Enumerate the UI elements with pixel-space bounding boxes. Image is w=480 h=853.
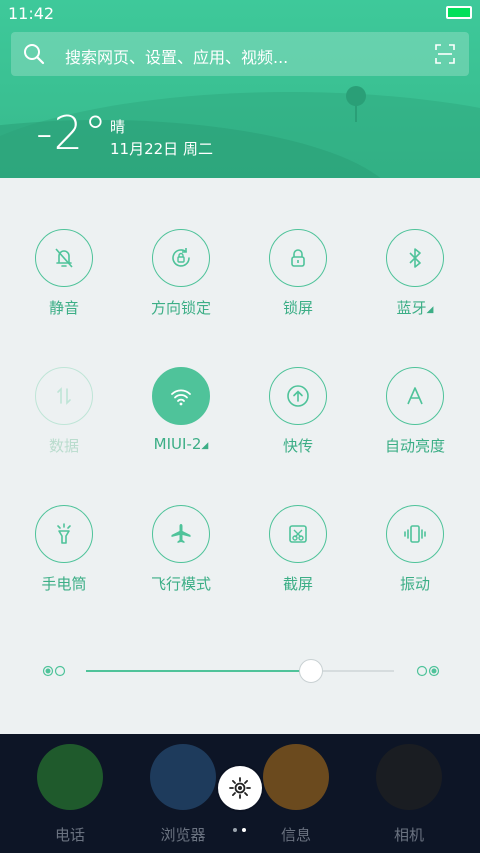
battery-icon	[446, 6, 472, 19]
brightness-low-icon	[42, 665, 66, 677]
camera-icon[interactable]	[376, 744, 442, 810]
toggle-ring[interactable]	[152, 367, 210, 425]
toggle-ring[interactable]	[386, 229, 444, 287]
toggle-ring[interactable]	[269, 505, 327, 563]
dropdown-indicator-icon[interactable]: ◢	[201, 441, 208, 451]
toggle-label: 手电筒	[41, 575, 87, 593]
toggle-label: 静音	[48, 299, 79, 317]
dropdown-indicator-icon[interactable]: ◢	[427, 305, 434, 315]
scan-icon[interactable]	[435, 44, 455, 64]
sun-icon	[229, 777, 251, 799]
dock-app-phone[interactable]: 电话	[30, 744, 110, 845]
app-label: 电话	[54, 826, 85, 844]
toggle-ring[interactable]	[152, 229, 210, 287]
toggle-bluetooth[interactable]: 蓝牙◢	[365, 229, 465, 318]
status-bar: 11:42	[0, 0, 480, 28]
rotation-lock-icon	[172, 248, 190, 267]
app-label: 相机	[393, 826, 424, 844]
weather-condition: 晴	[110, 118, 126, 136]
toggle-label: 振动	[399, 575, 430, 593]
toggle-quick-transfer[interactable]: 快传	[248, 367, 348, 456]
toggle-flashlight[interactable]: 手电筒	[14, 505, 114, 594]
toggle-ring[interactable]	[152, 505, 210, 563]
search-input[interactable]: 搜索网页、设置、应用、视频...	[65, 44, 288, 68]
flashlight-icon	[57, 523, 71, 544]
toggle-airplane-mode[interactable]: 飞行模式	[131, 505, 231, 594]
bluetooth-icon	[409, 248, 421, 268]
toggle-label: 快传	[282, 437, 313, 455]
bell-off-icon	[55, 248, 73, 268]
vibrate-icon	[404, 525, 426, 543]
date-label: 11月22日 周二	[110, 140, 213, 158]
toggle-ring[interactable]	[269, 367, 327, 425]
toggle-ring[interactable]	[386, 505, 444, 563]
toggle-ring[interactable]	[269, 229, 327, 287]
toggle-label: 自动亮度	[384, 437, 445, 455]
lock-icon	[291, 249, 305, 267]
brightness-high-icon	[416, 665, 440, 677]
page-indicator	[233, 828, 246, 832]
brightness-slider[interactable]	[42, 659, 440, 683]
tree-decoration	[346, 86, 366, 122]
slider-thumb[interactable]	[298, 659, 323, 683]
toggle-label: 锁屏	[282, 299, 313, 317]
brightness-button[interactable]	[218, 766, 262, 810]
slider-track[interactable]	[86, 659, 394, 683]
browser-icon[interactable]	[150, 744, 216, 810]
dock-app-camera[interactable]: 相机	[369, 744, 449, 845]
auto-brightness-icon	[407, 387, 423, 405]
toggle-label: 数据	[48, 437, 79, 455]
airplane-icon	[171, 524, 191, 543]
toggle-mobile-data[interactable]: 数据	[14, 367, 114, 456]
toggle-lock-screen[interactable]: 锁屏	[248, 229, 348, 318]
toggle-label: 飞行模式	[150, 575, 211, 593]
message-icon[interactable]	[263, 744, 329, 810]
toggle-label: 蓝牙◢	[396, 299, 434, 317]
toggle-ring[interactable]	[35, 505, 93, 563]
slider-fill	[86, 670, 311, 672]
toggle-silent[interactable]: 静音	[14, 229, 114, 318]
toggle-auto-brightness[interactable]: 自动亮度	[365, 367, 465, 456]
dock-app-browser[interactable]: 浏览器	[143, 744, 223, 845]
mobile-data-icon	[57, 387, 71, 405]
toggle-screenshot[interactable]: 截屏	[248, 505, 348, 594]
toggle-wifi[interactable]: MIUI-2◢	[131, 367, 231, 453]
upload-icon	[287, 385, 309, 407]
dock-app-messages[interactable]: 信息	[256, 744, 336, 845]
toggle-ring[interactable]	[35, 367, 93, 425]
toggle-ring[interactable]	[35, 229, 93, 287]
search-icon	[24, 44, 45, 65]
quick-settings-panel: 静音 方向锁定 锁屏 蓝牙◢ 数据 MIUI-2◢ 快传 自动亮度 手电筒 飞行…	[0, 178, 480, 734]
wifi-icon	[171, 389, 191, 406]
toggle-label: 方向锁定	[150, 299, 211, 317]
toggle-rotation-lock[interactable]: 方向锁定	[131, 229, 231, 318]
phone-icon[interactable]	[37, 744, 103, 810]
screenshot-icon	[289, 525, 307, 543]
clock: 11:42	[8, 4, 55, 23]
temperature: -2°	[36, 106, 108, 160]
toggle-ring[interactable]	[386, 367, 444, 425]
toggle-label: 截屏	[282, 575, 313, 593]
app-label: 信息	[280, 826, 311, 844]
app-label: 浏览器	[160, 826, 206, 844]
weather-header: 11:42 搜索网页、设置、应用、视频... -2° 晴 11月22日 周二	[0, 0, 480, 178]
search-bar[interactable]: 搜索网页、设置、应用、视频...	[11, 32, 469, 76]
toggle-vibrate[interactable]: 振动	[365, 505, 465, 594]
toggle-label: MIUI-2◢	[153, 435, 209, 453]
